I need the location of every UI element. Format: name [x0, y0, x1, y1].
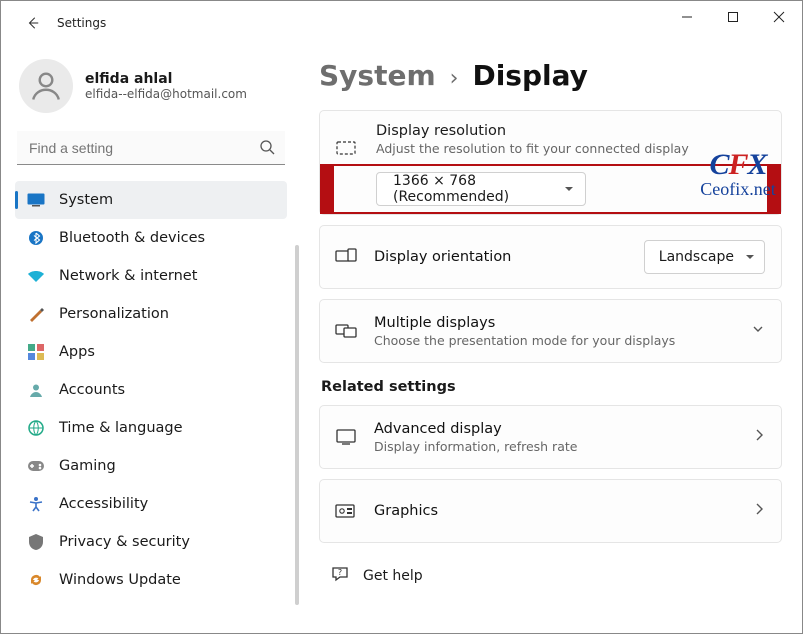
search-input[interactable] — [17, 131, 285, 165]
sidebar-item-bluetooth[interactable]: Bluetooth & devices — [15, 219, 287, 257]
gaming-icon — [27, 459, 45, 473]
resolution-title: Display resolution — [376, 123, 765, 139]
breadcrumb: System › Display — [319, 59, 782, 92]
orientation-icon — [334, 248, 358, 266]
graphics-card[interactable]: Graphics — [319, 479, 782, 543]
orientation-dropdown[interactable]: Landscape — [644, 240, 765, 274]
titlebar: Settings — [1, 1, 802, 45]
advanced-display-subtitle: Display information, refresh rate — [374, 439, 737, 454]
sidebar-item-time-language[interactable]: Time & language — [15, 409, 287, 447]
chevron-right-icon — [753, 428, 765, 446]
system-icon — [27, 193, 45, 207]
sidebar-item-label: Personalization — [59, 306, 169, 322]
multiple-displays-subtitle: Choose the presentation mode for your di… — [374, 333, 735, 348]
sidebar-scrollbar[interactable] — [295, 245, 299, 605]
sidebar-item-label: Privacy & security — [59, 534, 190, 550]
maximize-button[interactable] — [710, 1, 756, 33]
accessibility-icon — [27, 496, 45, 512]
resolution-subtitle: Adjust the resolution to fit your connec… — [376, 141, 765, 156]
privacy-icon — [27, 534, 45, 550]
back-button[interactable] — [17, 7, 49, 39]
sidebar: elfida ahlal elfida--elfida@hotmail.com … — [1, 45, 301, 633]
related-settings-heading: Related settings — [321, 379, 780, 395]
sidebar-item-apps[interactable]: Apps — [15, 333, 287, 371]
sidebar-item-privacy[interactable]: Privacy & security — [15, 523, 287, 561]
svg-text:?: ? — [338, 568, 342, 577]
display-resolution-card: Display resolution Adjust the resolution… — [319, 110, 782, 215]
nav: System Bluetooth & devices Network & int… — [15, 181, 287, 599]
resolution-highlight: 1366 × 768 (Recommended) — [320, 164, 781, 214]
close-button[interactable] — [756, 1, 802, 33]
multiple-displays-card[interactable]: Multiple displays Choose the presentatio… — [319, 299, 782, 363]
graphics-title: Graphics — [374, 503, 737, 519]
apps-icon — [27, 344, 45, 360]
display-orientation-card: Display orientation Landscape — [319, 225, 782, 289]
sidebar-item-network[interactable]: Network & internet — [15, 257, 287, 295]
resolution-dropdown[interactable]: 1366 × 768 (Recommended) — [376, 172, 586, 206]
breadcrumb-current: Display — [472, 59, 587, 92]
sidebar-item-label: Windows Update — [59, 572, 181, 588]
chevron-down-icon — [751, 322, 765, 340]
sidebar-item-accessibility[interactable]: Accessibility — [15, 485, 287, 523]
advanced-display-card[interactable]: Advanced display Display information, re… — [319, 405, 782, 469]
sidebar-item-windows-update[interactable]: Windows Update — [15, 561, 287, 599]
network-icon — [27, 269, 45, 283]
profile-name: elfida ahlal — [85, 71, 247, 87]
sidebar-item-gaming[interactable]: Gaming — [15, 447, 287, 485]
multiple-displays-icon — [334, 322, 358, 340]
app-title: Settings — [57, 16, 106, 30]
resolution-value: 1366 × 768 (Recommended) — [393, 173, 553, 205]
search-icon — [259, 139, 275, 159]
sidebar-item-accounts[interactable]: Accounts — [15, 371, 287, 409]
sidebar-item-label: System — [59, 192, 113, 208]
advanced-display-icon — [334, 429, 358, 445]
get-help[interactable]: ? Get help — [319, 553, 782, 587]
avatar — [19, 59, 73, 113]
get-help-label: Get help — [363, 568, 423, 584]
breadcrumb-parent[interactable]: System — [319, 59, 436, 92]
sidebar-item-label: Gaming — [59, 458, 116, 474]
profile-block[interactable]: elfida ahlal elfida--elfida@hotmail.com — [15, 53, 287, 127]
orientation-title: Display orientation — [374, 249, 628, 265]
sidebar-item-label: Bluetooth & devices — [59, 230, 205, 246]
sidebar-item-label: Accounts — [59, 382, 125, 398]
search-box[interactable] — [17, 131, 285, 165]
accounts-icon — [27, 382, 45, 398]
advanced-display-title: Advanced display — [374, 421, 737, 437]
windows-update-icon — [27, 572, 45, 588]
personalization-icon — [27, 306, 45, 322]
main: System › Display Display resolution Adju… — [301, 45, 802, 633]
get-help-icon: ? — [331, 565, 349, 587]
sidebar-item-personalization[interactable]: Personalization — [15, 295, 287, 333]
sidebar-item-label: Time & language — [59, 420, 183, 436]
chevron-right-icon — [753, 502, 765, 520]
profile-email: elfida--elfida@hotmail.com — [85, 87, 247, 101]
minimize-button[interactable] — [664, 1, 710, 33]
breadcrumb-separator: › — [450, 66, 459, 91]
graphics-icon — [334, 503, 358, 519]
sidebar-item-label: Accessibility — [59, 496, 148, 512]
time-language-icon — [27, 420, 45, 436]
bluetooth-icon — [27, 230, 45, 246]
resolution-icon — [336, 141, 356, 161]
multiple-displays-title: Multiple displays — [374, 315, 735, 331]
sidebar-item-label: Network & internet — [59, 268, 197, 284]
sidebar-item-label: Apps — [59, 344, 95, 360]
sidebar-item-system[interactable]: System — [15, 181, 287, 219]
orientation-value: Landscape — [659, 249, 734, 265]
